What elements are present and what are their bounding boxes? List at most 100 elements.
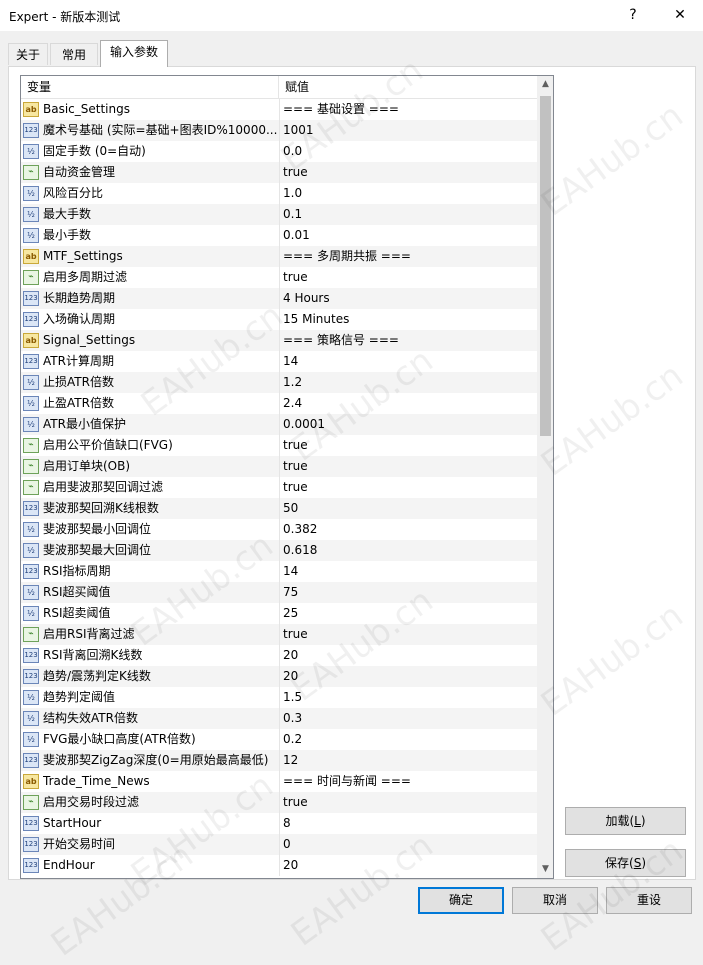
- column-divider: [279, 183, 280, 204]
- parameter-value[interactable]: true: [283, 792, 533, 813]
- parameter-value[interactable]: 20: [283, 645, 533, 666]
- table-row[interactable]: ⌁ 启用公平价值缺口(FVG) true: [21, 435, 537, 456]
- table-row[interactable]: 123 EndHour 20: [21, 855, 537, 876]
- parameter-value[interactable]: true: [283, 435, 533, 456]
- double-type-icon: ½: [23, 417, 39, 432]
- parameter-value[interactable]: 4 Hours: [283, 288, 533, 309]
- table-row[interactable]: 123 入场确认周期 15 Minutes: [21, 309, 537, 330]
- vertical-scrollbar[interactable]: ▲ ▼: [537, 76, 553, 878]
- integer-type-icon: 123: [23, 123, 39, 138]
- parameter-value[interactable]: === 多周期共振 ===: [283, 246, 533, 267]
- parameter-value[interactable]: 0.2: [283, 729, 533, 750]
- title-bar: Expert - 新版本测试 ? ✕: [0, 0, 703, 31]
- parameter-value[interactable]: 8: [283, 813, 533, 834]
- table-row[interactable]: 123 长期趋势周期 4 Hours: [21, 288, 537, 309]
- table-row[interactable]: ½ 趋势判定阈值 1.5: [21, 687, 537, 708]
- scroll-down-icon[interactable]: ▼: [537, 861, 553, 878]
- table-row[interactable]: ½ 结构失效ATR倍数 0.3: [21, 708, 537, 729]
- parameter-value[interactable]: 15 Minutes: [283, 309, 533, 330]
- parameter-value[interactable]: 2.4: [283, 393, 533, 414]
- parameter-value[interactable]: true: [283, 162, 533, 183]
- table-row[interactable]: 123 RSI背离回溯K线数 20: [21, 645, 537, 666]
- table-row[interactable]: ⌁ 启用多周期过滤 true: [21, 267, 537, 288]
- table-row[interactable]: ab Trade_Time_News === 时间与新闻 ===: [21, 771, 537, 792]
- scroll-up-icon[interactable]: ▲: [537, 76, 553, 93]
- parameter-value[interactable]: === 基础设置 ===: [283, 99, 533, 120]
- table-row[interactable]: ½ 止损ATR倍数 1.2: [21, 372, 537, 393]
- parameter-value[interactable]: 0.3: [283, 708, 533, 729]
- table-row[interactable]: 123 ATR计算周期 14: [21, 351, 537, 372]
- parameter-value[interactable]: 14: [283, 561, 533, 582]
- save-button[interactable]: 保存(S): [565, 849, 686, 877]
- parameter-value[interactable]: true: [283, 267, 533, 288]
- table-row[interactable]: ½ FVG最小缺口高度(ATR倍数) 0.2: [21, 729, 537, 750]
- parameter-value[interactable]: 50: [283, 498, 533, 519]
- table-row[interactable]: ½ ATR最小值保护 0.0001: [21, 414, 537, 435]
- table-row[interactable]: 123 趋势/震荡判定K线数 20: [21, 666, 537, 687]
- parameter-value[interactable]: 14: [283, 351, 533, 372]
- table-row[interactable]: ½ RSI超卖阈值 25: [21, 603, 537, 624]
- parameter-value[interactable]: true: [283, 456, 533, 477]
- header-value[interactable]: 赋值: [279, 76, 537, 98]
- tab-inputs[interactable]: 输入参数: [100, 40, 168, 67]
- table-row[interactable]: ½ 固定手数 (0=自动) 0.0: [21, 141, 537, 162]
- reset-button[interactable]: 重设: [606, 887, 692, 914]
- cancel-button[interactable]: 取消: [512, 887, 598, 914]
- table-row[interactable]: ½ 斐波那契最大回调位 0.618: [21, 540, 537, 561]
- table-row[interactable]: 123 魔术号基础 (实际=基础+图表ID%10000... 1001: [21, 120, 537, 141]
- parameter-name: 入场确认周期: [43, 312, 116, 326]
- parameter-name: 自动资金管理: [43, 165, 116, 179]
- parameter-value[interactable]: 12: [283, 750, 533, 771]
- parameter-name: 斐波那契ZigZag深度(0=用原始最高最低): [43, 753, 269, 767]
- table-row[interactable]: ½ 止盈ATR倍数 2.4: [21, 393, 537, 414]
- table-row[interactable]: ½ 最大手数 0.1: [21, 204, 537, 225]
- table-row[interactable]: ½ 风险百分比 1.0: [21, 183, 537, 204]
- table-row[interactable]: 123 开始交易时间 0: [21, 834, 537, 855]
- parameter-value[interactable]: 25: [283, 603, 533, 624]
- scroll-thumb[interactable]: [540, 96, 551, 436]
- table-row[interactable]: ab MTF_Settings === 多周期共振 ===: [21, 246, 537, 267]
- parameter-value[interactable]: true: [283, 624, 533, 645]
- parameter-value[interactable]: 0.618: [283, 540, 533, 561]
- table-row[interactable]: 123 斐波那契ZigZag深度(0=用原始最高最低) 12: [21, 750, 537, 771]
- table-row[interactable]: ½ RSI超买阈值 75: [21, 582, 537, 603]
- parameter-value[interactable]: === 策略信号 ===: [283, 330, 533, 351]
- parameter-value[interactable]: 1001: [283, 120, 533, 141]
- table-row[interactable]: 123 RSI指标周期 14: [21, 561, 537, 582]
- parameter-value[interactable]: 0.0: [283, 141, 533, 162]
- table-row[interactable]: ⌁ 自动资金管理 true: [21, 162, 537, 183]
- parameter-value[interactable]: 0.1: [283, 204, 533, 225]
- close-button[interactable]: ✕: [660, 4, 700, 26]
- parameter-value[interactable]: true: [283, 477, 533, 498]
- table-row[interactable]: ⌁ 启用斐波那契回调过滤 true: [21, 477, 537, 498]
- ok-button[interactable]: 确定: [418, 887, 504, 914]
- parameter-value[interactable]: 0.01: [283, 225, 533, 246]
- help-button[interactable]: ?: [613, 4, 653, 26]
- table-row[interactable]: ⌁ 启用订单块(OB) true: [21, 456, 537, 477]
- tab-about[interactable]: 关于: [8, 43, 48, 65]
- parameter-name: Trade_Time_News: [43, 774, 150, 788]
- parameter-value[interactable]: 1.2: [283, 372, 533, 393]
- table-row[interactable]: ⌁ 启用RSI背离过滤 true: [21, 624, 537, 645]
- table-row[interactable]: ½ 斐波那契最小回调位 0.382: [21, 519, 537, 540]
- parameter-value[interactable]: 75: [283, 582, 533, 603]
- parameter-value[interactable]: 1.0: [283, 183, 533, 204]
- double-type-icon: ½: [23, 144, 39, 159]
- table-row[interactable]: ⌁ 启用交易时段过滤 true: [21, 792, 537, 813]
- parameter-value[interactable]: 20: [283, 855, 533, 876]
- load-button[interactable]: 加载(L): [565, 807, 686, 835]
- parameter-value[interactable]: 1.5: [283, 687, 533, 708]
- table-row[interactable]: 123 斐波那契回溯K线根数 50: [21, 498, 537, 519]
- parameter-value[interactable]: === 时间与新闻 ===: [283, 771, 533, 792]
- table-row[interactable]: 123 StartHour 8: [21, 813, 537, 834]
- column-divider: [279, 540, 280, 561]
- header-variable[interactable]: 变量: [21, 76, 279, 98]
- parameter-value[interactable]: 0.382: [283, 519, 533, 540]
- parameter-value[interactable]: 0.0001: [283, 414, 533, 435]
- tab-common[interactable]: 常用: [50, 43, 98, 65]
- parameter-value[interactable]: 0: [283, 834, 533, 855]
- table-row[interactable]: ab Basic_Settings === 基础设置 ===: [21, 99, 537, 120]
- table-row[interactable]: ½ 最小手数 0.01: [21, 225, 537, 246]
- table-row[interactable]: ab Signal_Settings === 策略信号 ===: [21, 330, 537, 351]
- parameter-value[interactable]: 20: [283, 666, 533, 687]
